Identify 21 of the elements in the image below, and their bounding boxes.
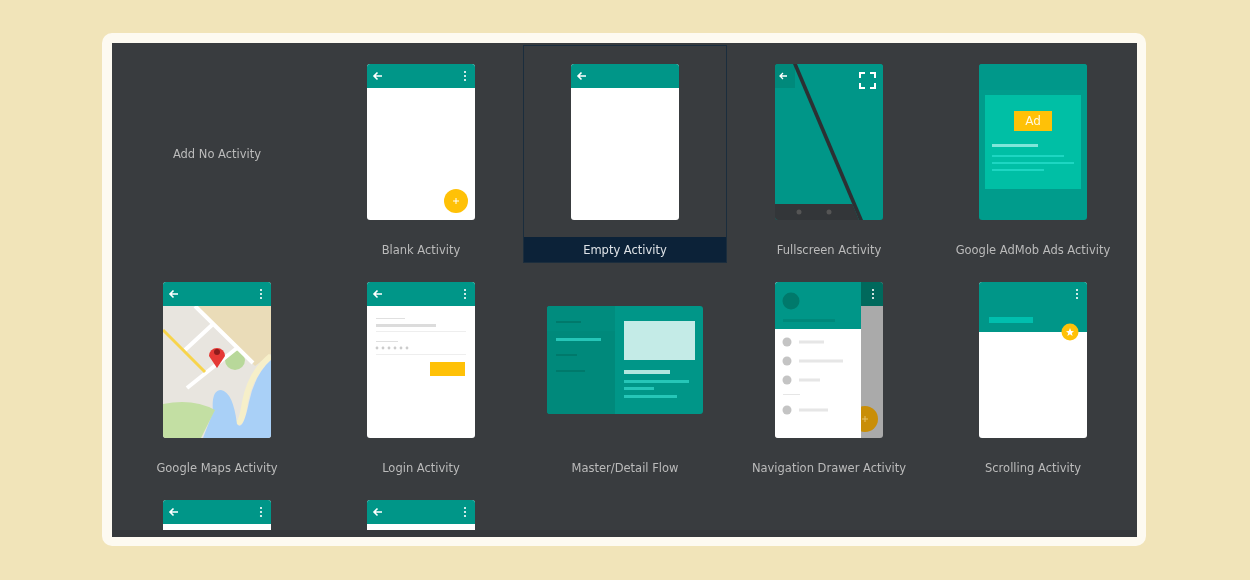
template-tile[interactable]: Add No Activity (115, 45, 319, 263)
template-label: Empty Activity (524, 237, 726, 262)
template-label: Blank Activity (380, 241, 462, 259)
template-tile[interactable]: Navigation Drawer Activity (727, 263, 931, 481)
template-label: Google Maps Activity (155, 459, 279, 477)
template-tile[interactable]: Google Maps Activity (115, 263, 319, 481)
template-tile[interactable]: Scrolling Activity (931, 263, 1135, 481)
template-label: Fullscreen Activity (775, 241, 883, 259)
template-label: Google AdMob Ads Activity (954, 241, 1112, 259)
template-label: Login Activity (381, 459, 461, 477)
template-tile[interactable]: Blank Activity (319, 45, 523, 263)
template-tile[interactable]: Empty Activity (523, 45, 727, 263)
template-label: Master/Detail Flow (570, 459, 680, 477)
ad-badge: Ad (1014, 111, 1052, 131)
template-label: Navigation Drawer Activity (750, 459, 908, 477)
template-tile[interactable]: Login Activity (319, 263, 523, 481)
template-tile[interactable]: Fullscreen Activity (727, 45, 931, 263)
template-tile[interactable]: Master/Detail Flow (523, 263, 727, 481)
template-label: Add No Activity (172, 147, 262, 161)
template-label: Scrolling Activity (984, 459, 1082, 477)
template-tile[interactable]: Ad Google AdMob Ads Activity (931, 45, 1135, 263)
